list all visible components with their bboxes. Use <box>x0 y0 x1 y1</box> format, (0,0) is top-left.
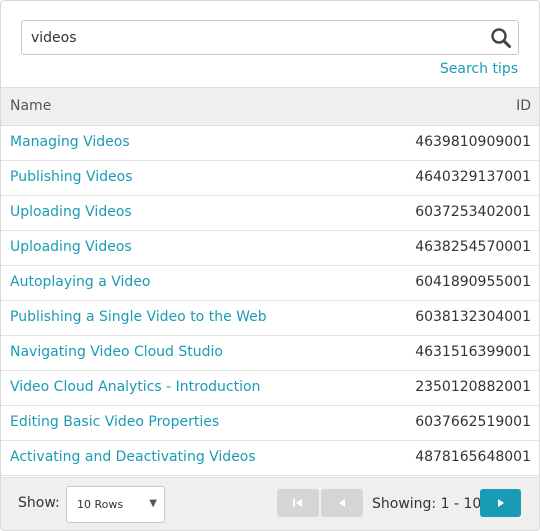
column-header-name[interactable]: Name <box>10 98 51 114</box>
result-id: 4631516399001 <box>415 344 531 360</box>
table-row: Activating and Deactivating Videos 48781… <box>1 441 539 476</box>
result-title-link[interactable]: Navigating Video Cloud Studio <box>10 344 223 360</box>
table-row: Navigating Video Cloud Studio 4631516399… <box>1 336 539 371</box>
result-id: 4640329137001 <box>415 169 531 185</box>
first-page-button[interactable] <box>277 489 319 517</box>
result-title-link[interactable]: Uploading Videos <box>10 204 132 220</box>
table-row: Uploading Videos 6037253402001 <box>1 196 539 231</box>
table-header: Name ID <box>1 87 539 126</box>
result-title-link[interactable]: Activating and Deactivating Videos <box>10 449 256 465</box>
pagination-footer: Show: 10 Rows ▼ Showing: 1 - 10 <box>1 477 539 530</box>
result-id: 6038132304001 <box>415 309 531 325</box>
result-title-link[interactable]: Publishing a Single Video to the Web <box>10 309 267 325</box>
first-page-icon <box>293 499 302 507</box>
result-id: 4638254570001 <box>415 239 531 255</box>
chevron-down-icon: ▼ <box>149 498 157 509</box>
next-page-icon <box>497 499 504 507</box>
results-table-body: Managing Videos 4639810909001 Publishing… <box>1 126 539 476</box>
table-row: Managing Videos 4639810909001 <box>1 126 539 161</box>
rows-per-page-value: 10 Rows <box>77 498 124 511</box>
result-title-link[interactable]: Managing Videos <box>10 134 130 150</box>
result-id: 4639810909001 <box>415 134 531 150</box>
result-id: 6037253402001 <box>415 204 531 220</box>
result-title-link[interactable]: Video Cloud Analytics - Introduction <box>10 379 260 395</box>
result-id: 2350120882001 <box>415 379 531 395</box>
search-tips-link[interactable]: Search tips <box>440 61 518 77</box>
showing-range-text: Showing: 1 - 10 <box>372 496 482 512</box>
table-row: Editing Basic Video Properties 603766251… <box>1 406 539 441</box>
result-id: 6041890955001 <box>415 274 531 290</box>
table-row: Video Cloud Analytics - Introduction 235… <box>1 371 539 406</box>
table-row: Autoplaying a Video 6041890955001 <box>1 266 539 301</box>
next-page-button[interactable] <box>480 489 521 517</box>
search-input[interactable] <box>22 21 482 54</box>
table-row: Publishing Videos 4640329137001 <box>1 161 539 196</box>
result-title-link[interactable]: Uploading Videos <box>10 239 132 255</box>
table-row: Publishing a Single Video to the Web 603… <box>1 301 539 336</box>
rows-per-page-select[interactable]: 10 Rows ▼ <box>66 486 165 523</box>
previous-page-button[interactable] <box>321 489 363 517</box>
result-id: 4878165648001 <box>415 449 531 465</box>
search-box <box>21 20 519 55</box>
search-icon <box>491 28 511 48</box>
show-label: Show: <box>18 495 60 511</box>
result-title-link[interactable]: Editing Basic Video Properties <box>10 414 219 430</box>
prev-page-icon <box>339 499 345 507</box>
column-header-id[interactable]: ID <box>516 98 531 114</box>
result-id: 6037662519001 <box>415 414 531 430</box>
table-row: Uploading Videos 4638254570001 <box>1 231 539 266</box>
result-title-link[interactable]: Autoplaying a Video <box>10 274 151 290</box>
search-results-panel: Search tips Name ID Managing Videos 4639… <box>0 0 540 531</box>
result-title-link[interactable]: Publishing Videos <box>10 169 133 185</box>
search-button[interactable] <box>488 25 514 51</box>
